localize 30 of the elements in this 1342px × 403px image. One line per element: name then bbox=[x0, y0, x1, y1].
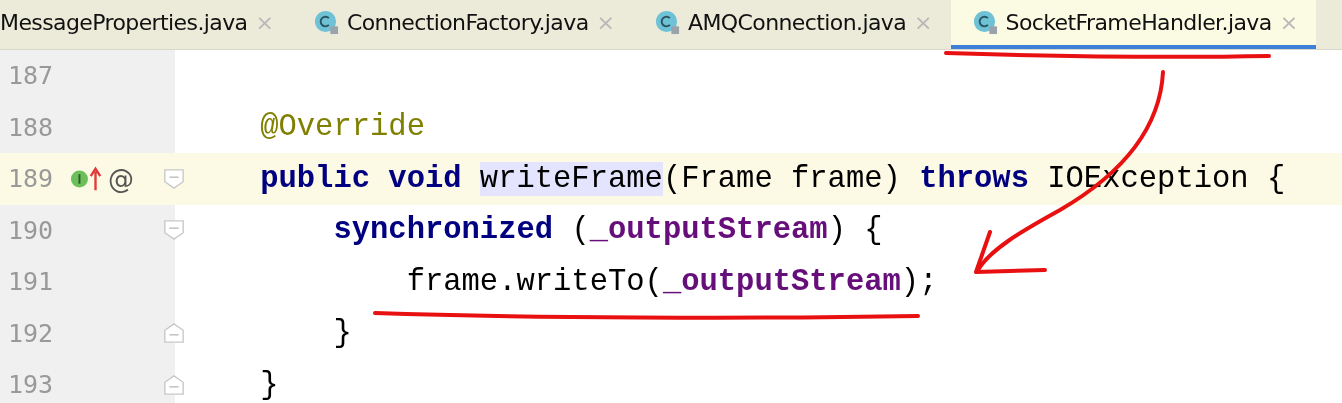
line-number: 189 bbox=[7, 164, 55, 194]
annotation: @Override bbox=[259, 110, 425, 145]
code-text: ); bbox=[900, 264, 938, 299]
annotation-marker[interactable]: @ bbox=[108, 163, 134, 194]
code-text: frame.writeTo( bbox=[405, 264, 663, 299]
line-number: 191 bbox=[7, 267, 55, 297]
field-name: _outputStream bbox=[589, 213, 828, 248]
code-text: ) { bbox=[827, 213, 883, 248]
code-text: } bbox=[259, 367, 279, 402]
editor-tab[interactable]: MessageProperties.java × bbox=[0, 0, 292, 49]
line-number: 188 bbox=[7, 112, 55, 142]
keyword: synchronized bbox=[332, 213, 555, 248]
implements-icon[interactable] bbox=[70, 164, 104, 193]
fold-icon[interactable] bbox=[163, 219, 185, 242]
fold-icon[interactable] bbox=[163, 322, 185, 345]
code-text: } bbox=[332, 316, 352, 351]
editor-tab[interactable]: ConnectionFactory.java × bbox=[291, 0, 633, 49]
line-number: 190 bbox=[7, 215, 55, 245]
line-number: 187 bbox=[7, 61, 55, 91]
code-text: (Frame frame) bbox=[662, 161, 902, 196]
code-text: ( bbox=[571, 213, 590, 248]
line-number: 193 bbox=[7, 370, 55, 400]
editor-tab[interactable]: SocketFrameHandler.java × bbox=[950, 0, 1317, 49]
keyword: throws bbox=[919, 161, 1030, 196]
keyword: public void bbox=[259, 161, 463, 196]
field-name: _outputStream bbox=[662, 264, 901, 299]
line-number: 192 bbox=[7, 318, 55, 348]
editor-tab[interactable]: AMQConnection.java × bbox=[633, 0, 951, 49]
fold-icon[interactable] bbox=[163, 167, 185, 190]
highlighted-method-name: writeFrame bbox=[479, 161, 663, 196]
